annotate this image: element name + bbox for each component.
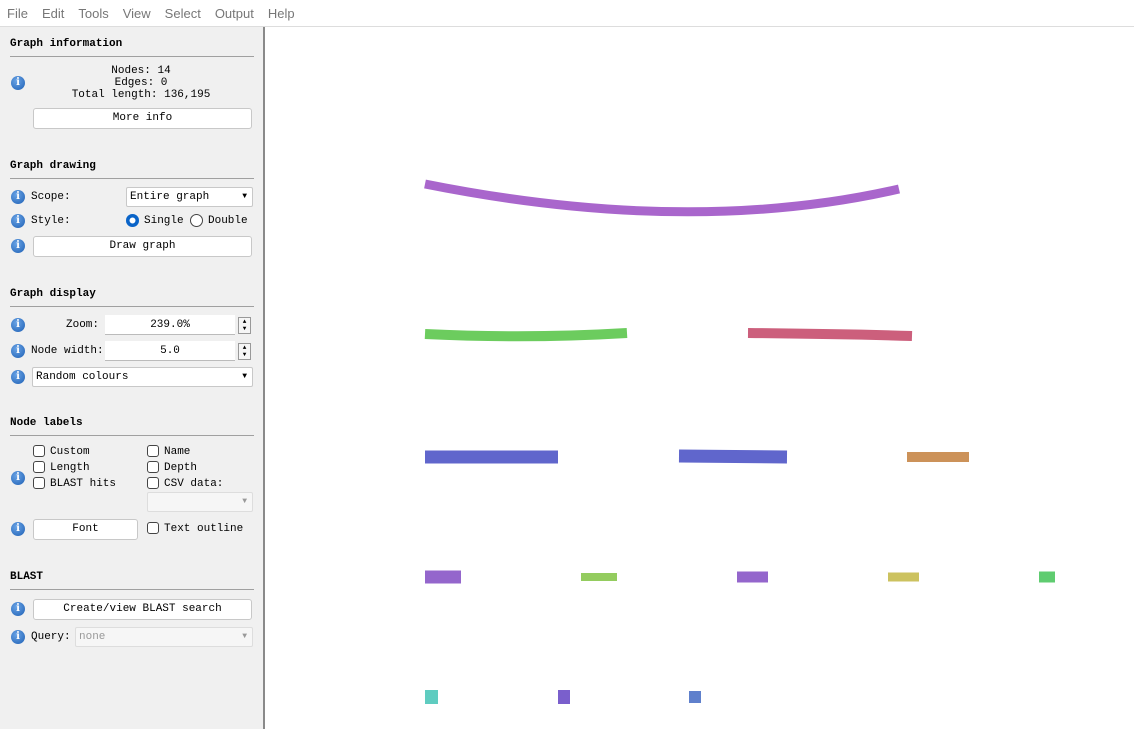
- node-width-stepper[interactable]: ▲ ▼: [238, 343, 251, 360]
- csv-data-dropdown[interactable]: ▼: [147, 492, 253, 512]
- text-outline-checkbox[interactable]: [147, 522, 159, 534]
- colour-scheme-value: Random colours: [36, 371, 129, 383]
- menu-select[interactable]: Select: [158, 6, 208, 21]
- scope-dropdown[interactable]: Entire graph ▼: [126, 187, 253, 207]
- csv-data-checkbox[interactable]: [147, 477, 159, 489]
- zoom-stepper[interactable]: ▲ ▼: [238, 317, 251, 334]
- graph-node[interactable]: [678, 449, 788, 464]
- total-length: Total length: 136,195: [71, 89, 211, 101]
- zoom-label: Zoom:: [66, 319, 100, 331]
- chevron-down-icon: ▼: [242, 192, 247, 201]
- info-icon[interactable]: i: [11, 471, 25, 485]
- chevron-down-icon: ▼: [242, 632, 247, 641]
- graph-node[interactable]: [747, 328, 913, 341]
- query-label: Query:: [31, 631, 71, 643]
- style-double-label: Double: [208, 215, 248, 227]
- style-single-radio[interactable]: [126, 214, 139, 227]
- length-checkbox[interactable]: [33, 461, 45, 473]
- scope-label: Scope:: [31, 191, 71, 203]
- blast-hits-checkbox[interactable]: [33, 477, 45, 489]
- font-button[interactable]: Font: [33, 519, 138, 540]
- section-title: Node labels: [10, 417, 254, 436]
- control-panel: Graph information i Nodes: 14 Edges: 0 T…: [0, 27, 265, 729]
- graph-view[interactable]: [267, 27, 1134, 729]
- custom-label: Custom: [50, 446, 90, 458]
- section-title: Graph information: [10, 38, 254, 57]
- zoom-spinbox[interactable]: 239.0%: [105, 315, 235, 335]
- scope-value: Entire graph: [130, 191, 210, 203]
- length-label: Length: [50, 462, 90, 474]
- node-width-spinbox[interactable]: 5.0: [105, 341, 235, 361]
- graph-node[interactable]: [424, 179, 901, 217]
- info-icon[interactable]: i: [11, 318, 25, 332]
- menu-help[interactable]: Help: [261, 6, 302, 21]
- edges-count: Edges: 0: [114, 77, 168, 89]
- colour-scheme-dropdown[interactable]: Random colours ▼: [32, 367, 253, 387]
- custom-checkbox[interactable]: [33, 445, 45, 457]
- info-icon[interactable]: i: [11, 602, 25, 616]
- query-value: none: [79, 631, 106, 643]
- node-width-label: Node width:: [31, 345, 104, 357]
- info-icon[interactable]: i: [11, 344, 25, 358]
- menu-output[interactable]: Output: [208, 6, 261, 21]
- graph-node[interactable]: [424, 328, 628, 342]
- name-checkbox[interactable]: [147, 445, 159, 457]
- create-blast-search-button[interactable]: Create/view BLAST search: [33, 599, 252, 620]
- query-dropdown[interactable]: none ▼: [75, 627, 253, 647]
- name-label: Name: [164, 446, 191, 458]
- info-icon[interactable]: i: [11, 370, 25, 384]
- section-title: Graph drawing: [10, 160, 254, 179]
- menu-bar: File Edit Tools View Select Output Help: [0, 0, 1134, 27]
- style-single-label: Single: [144, 215, 184, 227]
- blast-hits-label: BLAST hits: [50, 478, 117, 490]
- info-icon[interactable]: i: [11, 214, 25, 228]
- menu-tools[interactable]: Tools: [71, 6, 115, 21]
- graph-canvas[interactable]: [267, 27, 1134, 729]
- style-label: Style:: [31, 215, 71, 227]
- more-info-button[interactable]: More info: [33, 108, 252, 129]
- nodes-count: Nodes: 14: [111, 65, 171, 77]
- info-icon[interactable]: i: [11, 76, 25, 90]
- info-icon[interactable]: i: [11, 239, 25, 253]
- chevron-down-icon: ▼: [242, 372, 247, 381]
- depth-checkbox[interactable]: [147, 461, 159, 473]
- info-icon[interactable]: i: [11, 630, 25, 644]
- style-double-radio[interactable]: [190, 214, 203, 227]
- draw-graph-button[interactable]: Draw graph: [33, 236, 252, 257]
- graph-stats: Nodes: 14 Edges: 0 Total length: 136,195: [30, 65, 252, 101]
- depth-label: Depth: [164, 462, 198, 474]
- chevron-down-icon: ▼: [242, 497, 247, 506]
- info-icon[interactable]: i: [11, 522, 25, 536]
- menu-view[interactable]: View: [116, 6, 158, 21]
- text-outline-label: Text outline: [164, 523, 244, 535]
- csv-data-label: CSV data:: [164, 478, 224, 490]
- menu-edit[interactable]: Edit: [35, 6, 71, 21]
- section-title: BLAST: [10, 571, 254, 590]
- menu-file[interactable]: File: [0, 6, 35, 21]
- info-icon[interactable]: i: [11, 190, 25, 204]
- section-title: Graph display: [10, 288, 254, 307]
